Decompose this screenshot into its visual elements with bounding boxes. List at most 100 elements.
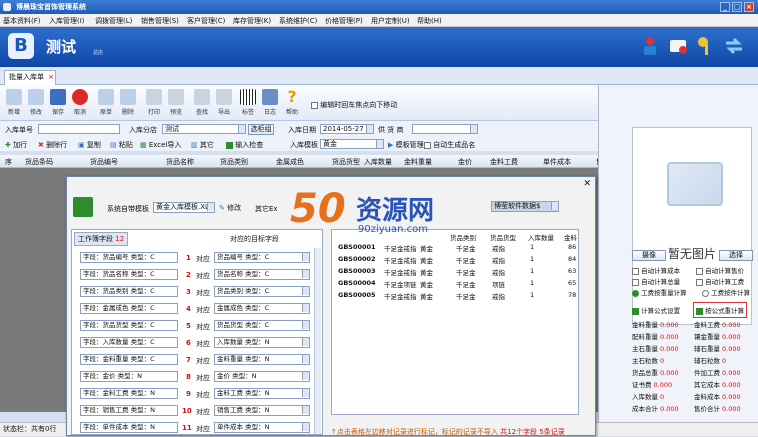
auto-labor-option[interactable]: 自动计算工费	[696, 276, 744, 286]
menu-basic[interactable]: 基本资料(F)	[3, 16, 41, 26]
target-dropdown-icon[interactable]	[302, 253, 309, 261]
modify-template-button[interactable]: ✎ 修改	[219, 203, 241, 213]
enter-focus-checkbox[interactable]	[311, 101, 318, 109]
menu-stock-in[interactable]: 入库管理(I)	[49, 16, 85, 26]
maximize-button[interactable]: □	[732, 2, 742, 12]
export-button[interactable]: 导出	[214, 89, 234, 116]
labor-by-weight-option[interactable]: 工费按重量计算	[632, 287, 687, 297]
input-check-option[interactable]: 输入检查	[226, 140, 263, 150]
message-icon[interactable]	[668, 35, 688, 57]
store-dropdown-icon[interactable]	[238, 125, 245, 133]
menu-sales[interactable]: 销售管理(S)	[141, 16, 179, 26]
tab-batch-stock-in[interactable]: 批量入库单 ×	[4, 70, 56, 85]
col-gold-weight[interactable]: 金料重量	[404, 157, 432, 167]
col-unit-cost[interactable]: 单件成本	[543, 157, 571, 167]
add-row-button[interactable]: ✚ 加行	[5, 140, 27, 150]
col-qty[interactable]: 入库数量	[364, 157, 392, 167]
auto-price-checkbox[interactable]	[696, 267, 703, 275]
menu-custom[interactable]: 用户定制(U)	[371, 16, 410, 26]
target-dropdown-icon[interactable]	[302, 355, 309, 363]
menu-transfer[interactable]: 调拨管理(L)	[95, 16, 132, 26]
order-no-input[interactable]	[38, 124, 120, 134]
user-icon[interactable]	[640, 35, 660, 57]
template-manage-button[interactable]: ▶ 模板管理	[388, 140, 424, 150]
supplier-select[interactable]	[412, 124, 478, 134]
menu-help[interactable]: 帮助(H)	[417, 16, 442, 26]
close-button[interactable]: ×	[744, 2, 754, 12]
labor-by-piece-option[interactable]: 工费按件计算	[702, 287, 750, 297]
mapping-scrollbar[interactable]	[314, 248, 321, 434]
log-button[interactable]: 日志	[260, 89, 280, 116]
menu-inventory[interactable]: 库存管理(K)	[233, 16, 271, 26]
auto-total-checkbox[interactable]	[632, 278, 639, 286]
target-field-select[interactable]: 货品货型 类型：C	[214, 320, 310, 331]
pick-counter-button[interactable]: 选柜组	[248, 124, 274, 135]
menu-price[interactable]: 价格管理(P)	[325, 16, 363, 26]
auto-price-option[interactable]: 自动计算售价	[696, 265, 744, 275]
original-button[interactable]: 原单	[96, 89, 116, 116]
date-input[interactable]: 2014-05-27	[320, 124, 374, 134]
cancel-button[interactable]: 取消	[70, 89, 90, 116]
target-field-select[interactable]: 货品类别 类型：C	[214, 286, 310, 297]
formula-set-button[interactable]: 计算公式设置	[632, 305, 680, 315]
col-code[interactable]: 货品编号	[90, 157, 118, 167]
workbook-fields-tab[interactable]: 工作簿字段 12	[74, 232, 129, 246]
col-barcode[interactable]: 货品条码	[25, 157, 53, 167]
help-button[interactable]: ? 帮助	[282, 89, 302, 117]
minimize-button[interactable]: _	[720, 2, 730, 12]
target-field-select[interactable]: 金价 类型：N	[214, 371, 310, 382]
col-gold-price[interactable]: 金价	[458, 157, 472, 167]
input-check-checkbox[interactable]	[226, 141, 233, 149]
target-field-select[interactable]: 入库数量 类型：N	[214, 337, 310, 348]
label-button[interactable]: 标签	[238, 89, 258, 116]
enter-focus-option[interactable]: 编辑时回车焦点向下移动	[311, 100, 397, 110]
excel-import-button[interactable]: ▦ Excel导入	[140, 140, 181, 150]
template-select[interactable]: 黄金	[320, 139, 384, 149]
target-field-select[interactable]: 货品编号 类型：C	[214, 252, 310, 263]
labor-by-weight-radio[interactable]	[632, 289, 639, 297]
delete-button[interactable]: 删除	[118, 89, 138, 116]
target-dropdown-icon[interactable]	[302, 321, 309, 329]
template-dropdown-icon[interactable]	[376, 140, 383, 148]
other-button[interactable]: ▥ 其它	[191, 140, 214, 150]
target-field-select[interactable]: 销售工费 类型：N	[214, 405, 310, 416]
auto-code-option[interactable]: 自动生成品名	[424, 140, 475, 150]
target-dropdown-icon[interactable]	[302, 372, 309, 380]
target-dropdown-icon[interactable]	[302, 338, 309, 346]
sheet-select[interactable]: 博莹软件数据$	[491, 201, 559, 212]
menu-customer[interactable]: 客户管理(C)	[187, 16, 225, 26]
target-field-select[interactable]: 金料重量 类型：N	[214, 354, 310, 365]
col-category[interactable]: 货品类别	[220, 157, 248, 167]
camera-button[interactable]: 摄像	[632, 250, 666, 261]
new-button[interactable]: 新增	[4, 89, 24, 116]
col-purity[interactable]: 金属成色	[276, 157, 304, 167]
col-gold-labor[interactable]: 金料工费	[490, 157, 518, 167]
target-dropdown-icon[interactable]	[302, 287, 309, 295]
sys-template-dropdown-icon[interactable]	[207, 203, 214, 211]
tab-close-icon[interactable]: ×	[48, 73, 54, 81]
find-button[interactable]: 查找	[192, 89, 212, 116]
print-button[interactable]: 打印	[144, 89, 164, 116]
auto-code-checkbox[interactable]	[424, 141, 431, 149]
pick-image-button[interactable]: 选择	[719, 250, 753, 261]
target-field-select[interactable]: 单件成本 类型：N	[214, 422, 310, 433]
target-field-select[interactable]: 金料工费 类型：N	[214, 388, 310, 399]
supplier-dropdown-icon[interactable]	[470, 125, 477, 133]
switch-icon[interactable]	[724, 35, 744, 57]
key-icon[interactable]	[696, 35, 716, 57]
preview-button[interactable]: 预览	[166, 89, 186, 116]
store-select[interactable]: 测试	[162, 124, 246, 134]
target-dropdown-icon[interactable]	[302, 304, 309, 312]
date-dropdown-icon[interactable]	[366, 125, 373, 133]
target-dropdown-icon[interactable]	[302, 270, 309, 278]
delete-row-button[interactable]: ✖ 删除行	[38, 140, 67, 150]
dialog-close-icon[interactable]: ✕	[583, 179, 591, 189]
paste-button[interactable]: ▤ 粘贴	[110, 140, 133, 150]
target-field-select[interactable]: 金属成色 类型：C	[214, 303, 310, 314]
auto-labor-checkbox[interactable]	[696, 278, 703, 286]
labor-by-piece-radio[interactable]	[702, 289, 709, 297]
auto-total-option[interactable]: 自动计算总量	[632, 276, 680, 286]
auto-cost-option[interactable]: 自动计算成本	[632, 265, 680, 275]
copy-button[interactable]: ▣ 复制	[78, 140, 101, 150]
menu-system[interactable]: 系统维护(C)	[279, 16, 317, 26]
